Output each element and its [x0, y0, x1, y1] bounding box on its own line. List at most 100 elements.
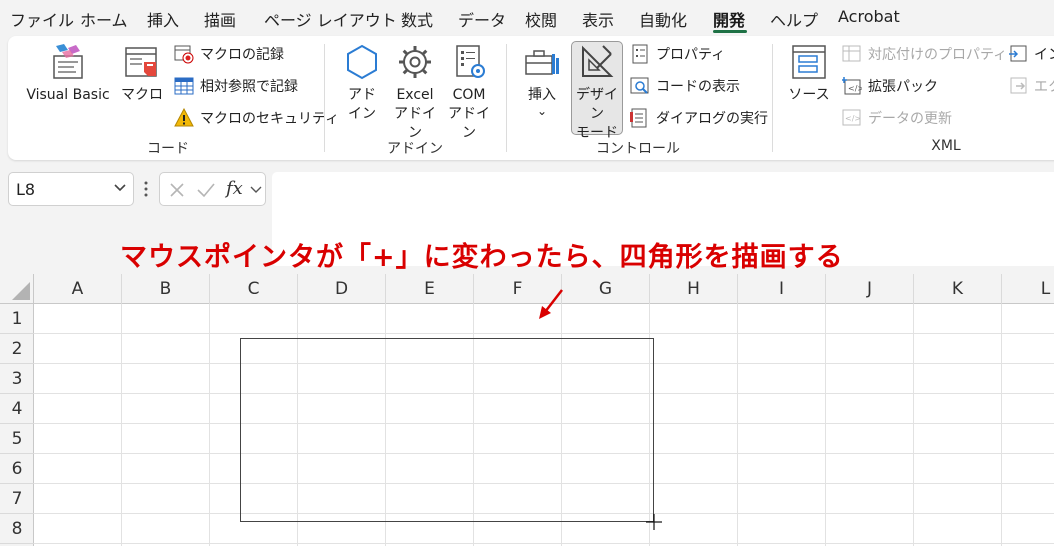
- tab-view[interactable]: 表示: [582, 7, 614, 31]
- addin-hexagon-icon: [347, 44, 377, 80]
- map-properties-icon: [842, 45, 861, 62]
- macro-icon: [125, 47, 157, 77]
- gear-icon: [399, 46, 431, 78]
- grid-line: [913, 304, 914, 546]
- row-header-2[interactable]: 2: [0, 334, 34, 364]
- group-label-xml: XML: [931, 138, 961, 154]
- macro-security-label: マクロのセキュリティ: [200, 111, 340, 127]
- tab-page-layout[interactable]: ページ レイアウト: [264, 7, 397, 31]
- row-header-6[interactable]: 6: [0, 454, 34, 484]
- column-header-k[interactable]: K: [914, 274, 1002, 304]
- ribbon-tab-bar: ファイル ホーム 挿入 描画 ページ レイアウト 数式 データ 校閲 表示 自動…: [0, 0, 1054, 34]
- toolbox-icon: [525, 50, 559, 75]
- map-properties-button[interactable]: 対応付けのプロパティ: [842, 42, 1007, 66]
- view-code-label: コードの表示: [656, 79, 740, 95]
- column-header-c[interactable]: C: [210, 274, 298, 304]
- run-dialog-button[interactable]: ダイアログの実行: [630, 106, 768, 130]
- column-header-e[interactable]: E: [386, 274, 474, 304]
- column-header-g[interactable]: G: [562, 274, 650, 304]
- name-box[interactable]: L8: [8, 172, 134, 206]
- chevron-down-icon[interactable]: [113, 183, 127, 193]
- insert-control-button[interactable]: 挿入 ⌄: [520, 42, 564, 117]
- name-box-value: L8: [16, 180, 36, 199]
- xml-source-label: ソース: [788, 87, 830, 103]
- tab-developer[interactable]: 開発: [713, 7, 745, 31]
- chevron-down-icon: ⌄: [536, 104, 548, 118]
- visual-basic-button[interactable]: Visual Basic: [22, 42, 114, 105]
- column-header-j[interactable]: J: [826, 274, 914, 304]
- insert-function-button[interactable]: fx: [226, 178, 243, 199]
- map-properties-label: 対応付けのプロパティ: [868, 47, 1008, 63]
- more-options-icon[interactable]: [144, 180, 148, 198]
- grid-line: [121, 304, 122, 546]
- com-addins-label-line2: アドイン: [448, 106, 490, 141]
- excel-addins-button[interactable]: Excel アドイン: [390, 42, 440, 143]
- run-dialog-label: ダイアログの実行: [656, 111, 768, 127]
- refresh-data-label: データの更新: [868, 111, 952, 127]
- properties-button[interactable]: プロパティ: [630, 42, 725, 66]
- tab-data[interactable]: データ: [458, 7, 506, 31]
- row-header-7[interactable]: 7: [0, 484, 34, 514]
- drawn-rectangle-shape[interactable]: [240, 338, 654, 522]
- tab-review[interactable]: 校閲: [525, 7, 557, 31]
- view-code-icon: [630, 77, 649, 94]
- record-macro-label: マクロの記録: [200, 47, 284, 63]
- tab-acrobat[interactable]: Acrobat: [838, 7, 900, 26]
- column-header-h[interactable]: H: [650, 274, 738, 304]
- xml-import-button[interactable]: イン: [1008, 42, 1054, 66]
- column-header-d[interactable]: D: [298, 274, 386, 304]
- row-header-3[interactable]: 3: [0, 364, 34, 394]
- insert-control-label: 挿入: [528, 87, 556, 103]
- group-separator: [506, 44, 507, 152]
- grid-line: [737, 304, 738, 546]
- macro-button[interactable]: マクロ: [120, 42, 164, 105]
- record-macro-button[interactable]: マクロの記録: [174, 42, 284, 66]
- row-header-8[interactable]: 8: [0, 514, 34, 544]
- chevron-down-icon[interactable]: [250, 186, 262, 194]
- row-header-5[interactable]: 5: [0, 424, 34, 454]
- properties-icon: [632, 44, 648, 64]
- crosshair-cursor-icon: [646, 514, 662, 530]
- grid-line: [1001, 304, 1002, 546]
- column-header-a[interactable]: A: [34, 274, 122, 304]
- relative-reference-button[interactable]: 相対参照で記録: [174, 74, 298, 98]
- expansion-packs-button[interactable]: </> 拡張パック: [842, 74, 938, 98]
- macro-security-button[interactable]: マクロのセキュリティ: [174, 106, 339, 130]
- xml-export-button[interactable]: エク: [1008, 74, 1054, 98]
- xml-import-label: イン: [1034, 47, 1054, 63]
- enter-check-icon[interactable]: [196, 181, 216, 199]
- com-addins-button[interactable]: COM アドイン: [444, 42, 494, 143]
- design-mode-icon: [582, 45, 614, 77]
- annotation-arrow-icon: [539, 289, 563, 319]
- expansion-packs-icon: </>: [842, 77, 862, 95]
- column-header-i[interactable]: I: [738, 274, 826, 304]
- formula-controls: fx: [159, 172, 266, 206]
- select-all-triangle-icon: [12, 282, 30, 300]
- row-header-1[interactable]: 1: [0, 304, 34, 334]
- tab-draw[interactable]: 描画: [204, 7, 236, 31]
- group-label-code: コード: [147, 141, 189, 157]
- select-all-button[interactable]: [0, 274, 34, 304]
- group-separator: [324, 44, 325, 152]
- row-header-4[interactable]: 4: [0, 394, 34, 424]
- tab-formulas[interactable]: 数式: [401, 7, 433, 31]
- tab-insert[interactable]: 挿入: [147, 7, 179, 31]
- cancel-icon[interactable]: [168, 181, 186, 199]
- tab-automate[interactable]: 自動化: [639, 7, 687, 31]
- grid-line: [34, 543, 1054, 544]
- refresh-data-button[interactable]: </> データの更新: [842, 106, 952, 130]
- grid-line: [34, 333, 1054, 334]
- column-header-l[interactable]: L: [1002, 274, 1054, 304]
- column-header-b[interactable]: B: [122, 274, 210, 304]
- visual-basic-label: Visual Basic: [26, 87, 110, 103]
- tab-home[interactable]: ホーム: [80, 7, 128, 31]
- tab-help[interactable]: ヘルプ: [770, 7, 818, 31]
- tab-file[interactable]: ファイル: [10, 7, 74, 31]
- xml-source-button[interactable]: ソース: [786, 42, 832, 105]
- active-tab-indicator: [713, 30, 747, 33]
- view-code-button[interactable]: コードの表示: [630, 74, 740, 98]
- addins-button[interactable]: アド イン: [338, 42, 386, 124]
- xml-source-icon: [792, 45, 826, 79]
- svg-text:</>: </>: [848, 84, 862, 93]
- excel-addins-label-line1: Excel: [396, 87, 434, 103]
